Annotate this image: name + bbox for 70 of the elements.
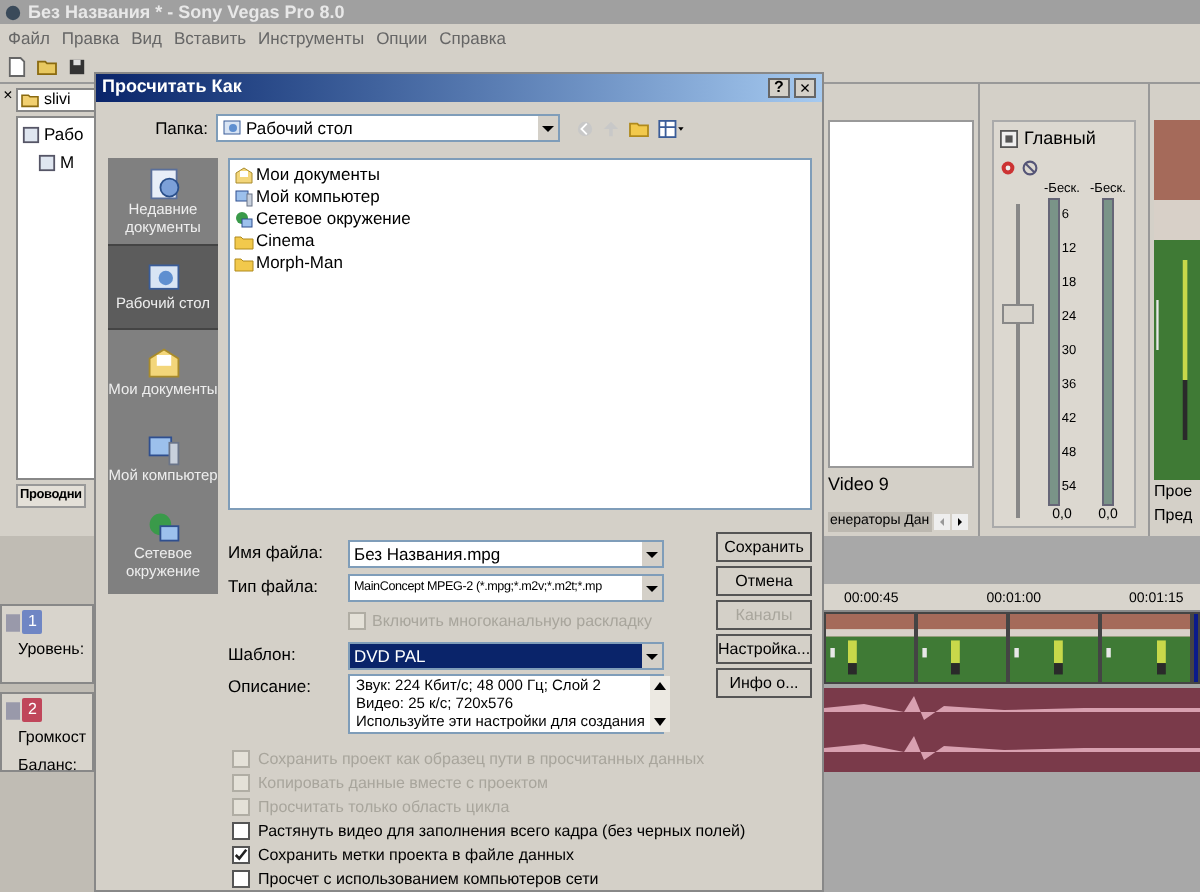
documents-icon (145, 346, 181, 383)
new-folder-icon[interactable] (628, 119, 650, 137)
prohibited-icon[interactable] (1022, 159, 1038, 175)
track-label: Громкост (16, 726, 88, 750)
file-item[interactable]: Мой компьютер (234, 186, 810, 208)
help-button[interactable]: ? (768, 78, 790, 98)
close-icon[interactable]: × (3, 88, 13, 104)
computer-icon (145, 432, 181, 469)
tree-node-icon (38, 153, 56, 172)
tree-node-icon (22, 125, 40, 144)
file-item[interactable]: Мои документы (234, 164, 810, 186)
desktop-icon (222, 118, 242, 138)
field-label: Имя файла: (228, 540, 325, 566)
file-item[interactable]: Morph-Man (234, 252, 810, 274)
option-label: Растянуть видео для заполнения всего кадра (без черных полей) (258, 819, 746, 843)
menu-item[interactable]: Инструменты (258, 25, 365, 51)
menu-item[interactable]: Справка (439, 25, 507, 51)
field-label: Тип файла: (228, 574, 321, 600)
menu-item[interactable]: Правка (61, 25, 120, 51)
bus-icon[interactable] (1000, 130, 1018, 149)
field-label: Шаблон: (228, 642, 298, 668)
network-icon (145, 510, 181, 546)
dialog-button[interactable]: Инфо о... (716, 668, 812, 698)
field-label: Описание: (228, 674, 313, 700)
template-combo[interactable]: DVD PAL (348, 641, 664, 669)
track-collapse-icon[interactable] (6, 701, 20, 719)
fader-handle[interactable] (1002, 303, 1034, 324)
check-icon (234, 848, 248, 862)
bus-name: Главный (1024, 126, 1096, 152)
checkbox[interactable] (232, 870, 250, 888)
folder-icon (20, 92, 40, 108)
menu-item[interactable]: Вид (131, 25, 163, 51)
track-label: Баланс: (16, 754, 79, 778)
folder-combo[interactable]: Рабочий стол (216, 114, 560, 142)
close-button[interactable]: × (794, 78, 816, 98)
preview-info: Пред (1154, 504, 1195, 528)
app-icon (4, 3, 22, 21)
file-item[interactable]: Cinema (234, 230, 810, 252)
file-item[interactable]: Сетевое окружение (234, 208, 810, 230)
track-number: 1 (22, 610, 43, 634)
save-icon[interactable] (68, 58, 86, 76)
preview-info: Прое (1154, 480, 1195, 504)
option-label: Просчет с использованием компьютеров сети (258, 867, 599, 891)
track-label: Уровень: (16, 638, 87, 662)
media-caption: Video 9 (828, 472, 891, 498)
scroll-right-icon[interactable] (951, 513, 968, 530)
recent-icon (145, 166, 181, 202)
scrollbar-icon[interactable] (650, 676, 671, 732)
track-number: 2 (22, 698, 43, 722)
tree-item[interactable]: М (60, 149, 75, 175)
tree-item[interactable]: Рабо (44, 122, 84, 148)
new-file-icon[interactable] (8, 56, 26, 78)
window-title: Без Названия * - Sony Vegas Pro 8.0 (28, 1, 345, 23)
filename-field[interactable]: Без Названия.mpg (348, 539, 664, 567)
menu-item[interactable]: Опции (376, 25, 428, 51)
network-icon (234, 209, 254, 229)
dialog-button[interactable]: Отмена (716, 566, 812, 596)
checkbox[interactable] (232, 846, 250, 864)
track-collapse-icon[interactable] (6, 613, 20, 631)
option-label: Сохранить метки проекта в файле данных (258, 843, 575, 867)
view-menu-icon[interactable] (658, 119, 684, 137)
computer-icon (234, 187, 254, 207)
checkbox[interactable] (232, 822, 250, 840)
dialog-button[interactable]: Настройка... (716, 634, 812, 664)
documents-icon (234, 165, 254, 185)
menu-item[interactable]: Файл (8, 25, 50, 51)
folder-icon[interactable] (36, 58, 58, 76)
menu-item[interactable]: Вставить (174, 25, 247, 51)
dialog-button[interactable]: Сохранить (716, 532, 812, 562)
folder-label: Папка: (153, 115, 210, 141)
